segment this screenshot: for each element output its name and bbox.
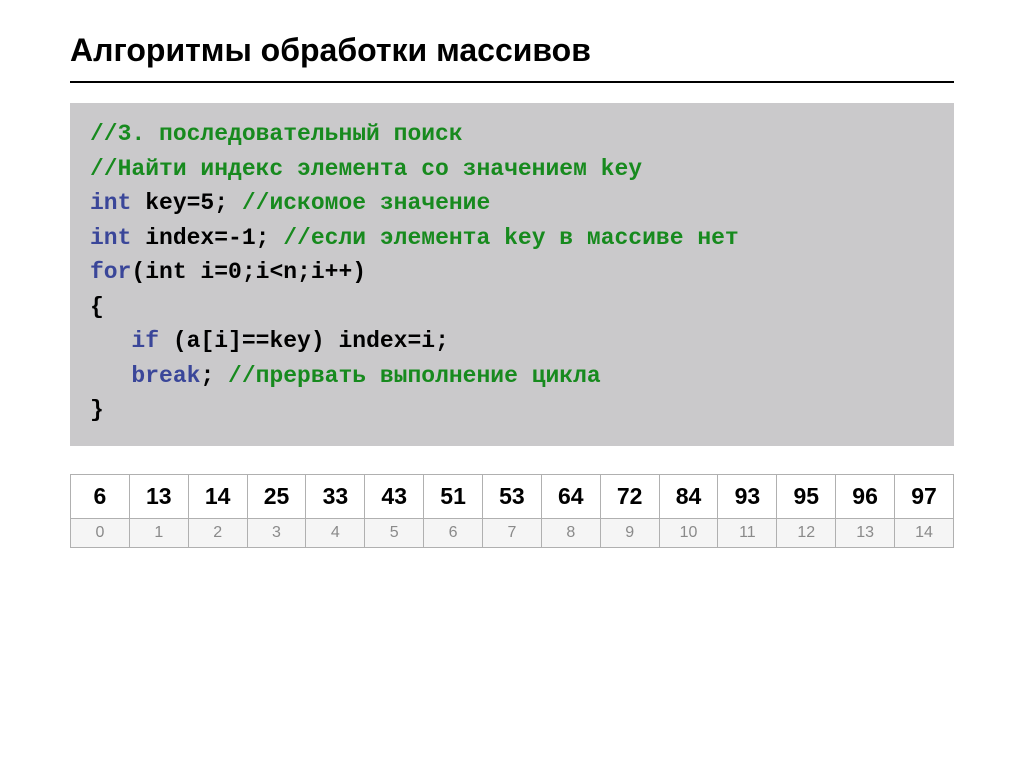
array-value-cell: 25 <box>247 474 306 518</box>
title-rule <box>70 81 954 83</box>
code-keyword: int <box>90 225 131 251</box>
code-text: key=5; <box>131 190 241 216</box>
array-value-cell: 93 <box>718 474 777 518</box>
array-value-cell: 97 <box>895 474 954 518</box>
array-value-cell: 72 <box>600 474 659 518</box>
code-comment: //3. последовательный поиск <box>90 121 463 147</box>
array-value-cell: 64 <box>541 474 600 518</box>
slide-root: Алгоритмы обработки массивов //3. послед… <box>0 0 1024 548</box>
array-index-cell: 3 <box>247 518 306 547</box>
array-value-cell: 33 <box>306 474 365 518</box>
code-keyword: break <box>131 363 200 389</box>
array-index-cell: 14 <box>895 518 954 547</box>
code-text <box>90 363 131 389</box>
code-text: (int i=0;i<n;i++) <box>131 259 366 285</box>
code-text: (a[i]==key) index=i; <box>159 328 449 354</box>
code-comment: //прервать выполнение цикла <box>228 363 601 389</box>
array-index-cell: 6 <box>424 518 483 547</box>
array-index-cell: 13 <box>836 518 895 547</box>
array-value-cell: 84 <box>659 474 718 518</box>
array-index-cell: 10 <box>659 518 718 547</box>
array-value-cell: 53 <box>483 474 542 518</box>
code-text: } <box>90 397 104 423</box>
array-value-cell: 95 <box>777 474 836 518</box>
array-index-cell: 11 <box>718 518 777 547</box>
code-content: //3. последовательный поиск //Найти инде… <box>90 117 934 428</box>
code-keyword: for <box>90 259 131 285</box>
array-index-cell: 0 <box>71 518 130 547</box>
code-block: //3. последовательный поиск //Найти инде… <box>70 103 954 446</box>
array-index-cell: 1 <box>129 518 188 547</box>
array-value-cell: 14 <box>188 474 247 518</box>
code-text <box>90 328 131 354</box>
code-text: ; <box>200 363 228 389</box>
code-comment: //Найти индекс элемента со значением key <box>90 156 642 182</box>
code-comment: //если элемента key в массиве нет <box>283 225 738 251</box>
array-value-cell: 51 <box>424 474 483 518</box>
array-value-cell: 43 <box>365 474 424 518</box>
code-text: { <box>90 294 104 320</box>
array-index-cell: 4 <box>306 518 365 547</box>
code-comment: //искомое значение <box>242 190 490 216</box>
array-index-cell: 9 <box>600 518 659 547</box>
array-indices-row: 0 1 2 3 4 5 6 7 8 9 10 11 12 13 14 <box>71 518 954 547</box>
array-table: 6 13 14 25 33 43 51 53 64 72 84 93 95 96… <box>70 474 954 548</box>
code-keyword: if <box>131 328 159 354</box>
array-index-cell: 7 <box>483 518 542 547</box>
array-value-cell: 96 <box>836 474 895 518</box>
code-text: index=-1; <box>131 225 283 251</box>
code-keyword: int <box>90 190 131 216</box>
array-index-cell: 5 <box>365 518 424 547</box>
array-values-row: 6 13 14 25 33 43 51 53 64 72 84 93 95 96… <box>71 474 954 518</box>
slide-title: Алгоритмы обработки массивов <box>70 32 954 69</box>
array-value-cell: 6 <box>71 474 130 518</box>
array-value-cell: 13 <box>129 474 188 518</box>
array-index-cell: 12 <box>777 518 836 547</box>
array-index-cell: 8 <box>541 518 600 547</box>
array-index-cell: 2 <box>188 518 247 547</box>
